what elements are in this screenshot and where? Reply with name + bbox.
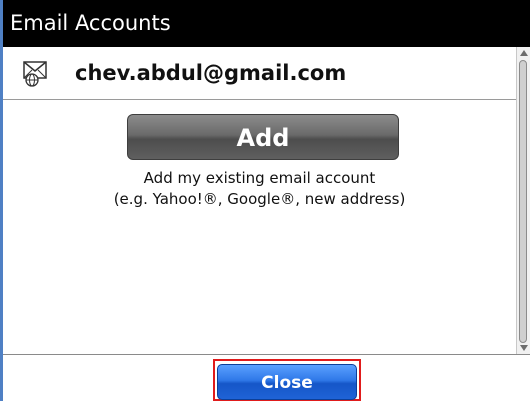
vertical-scrollbar[interactable] — [516, 47, 530, 354]
email-accounts-panel: chev.abdul@gmail.com Add Add my existing… — [3, 47, 530, 354]
add-description-line-2: (e.g. Yahoo!®, Google®, new address) — [113, 190, 406, 208]
add-button[interactable]: Add — [127, 114, 399, 160]
dialog-footer: Close — [3, 354, 530, 401]
scroll-down-arrow-icon[interactable] — [520, 345, 528, 351]
scroll-up-arrow-icon[interactable] — [520, 50, 528, 56]
scrollbar-thumb[interactable] — [519, 60, 527, 343]
envelope-globe-icon — [23, 59, 49, 87]
close-button[interactable]: Close — [217, 364, 357, 400]
add-description-line-1: Add my existing email account — [143, 169, 376, 187]
account-list-item[interactable]: chev.abdul@gmail.com — [3, 47, 516, 100]
add-description: Add my existing email account (e.g. Yaho… — [3, 168, 516, 210]
window-title: Email Accounts — [3, 0, 530, 47]
account-email: chev.abdul@gmail.com — [75, 61, 347, 85]
